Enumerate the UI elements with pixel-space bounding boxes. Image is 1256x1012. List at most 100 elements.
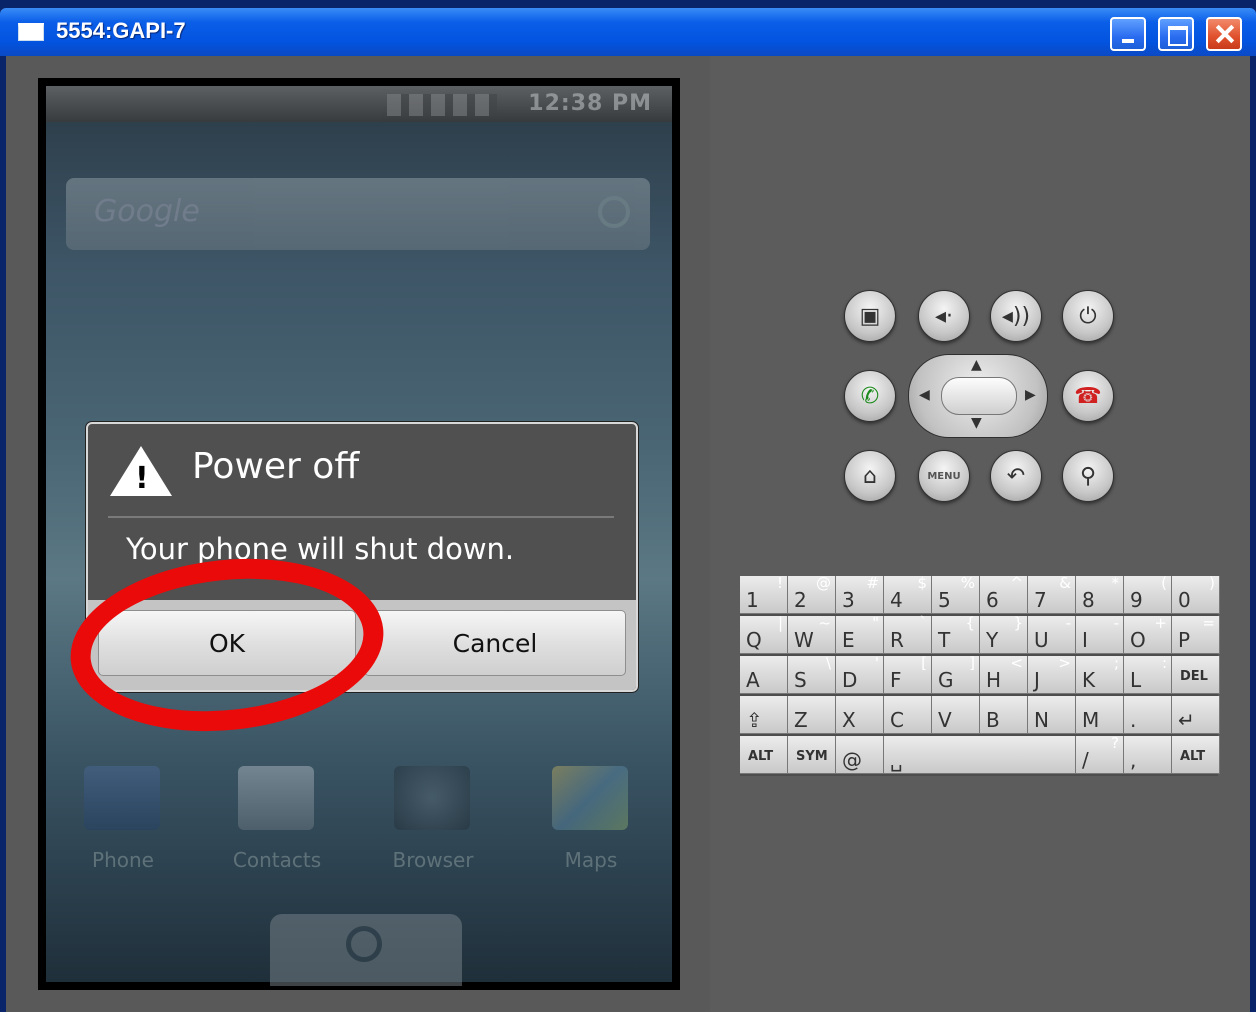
dock-label-browser: Browser	[392, 848, 474, 872]
key-alt-label: [	[921, 654, 927, 672]
key-s[interactable]: S \	[788, 654, 836, 694]
key-sym[interactable]: SYM	[788, 736, 836, 774]
key-y[interactable]: Y}	[980, 614, 1028, 654]
key-q[interactable]: Q |	[740, 614, 788, 654]
key-e[interactable]: E "	[836, 614, 884, 654]
key-b[interactable]: B	[980, 696, 1028, 734]
controls-panel	[710, 56, 1250, 1012]
cancel-button[interactable]: Cancel	[364, 610, 626, 676]
key-p[interactable]: P =	[1172, 614, 1220, 654]
key-,[interactable]: ,	[1124, 736, 1172, 774]
key-d[interactable]: D '	[836, 654, 884, 694]
contacts-app-icon[interactable]	[238, 766, 314, 830]
dpad-up-icon[interactable]: ▲	[971, 357, 982, 373]
phone-app-icon[interactable]	[84, 766, 160, 830]
key-label: D	[842, 668, 858, 692]
key-5[interactable]: 5%	[932, 574, 980, 614]
google-search-widget[interactable]: Google	[66, 178, 650, 250]
key-.[interactable]: .	[1124, 696, 1172, 734]
app-drawer-handle[interactable]	[270, 914, 462, 986]
search-icon[interactable]: ⚲	[1062, 450, 1114, 502]
minimize-button[interactable]	[1110, 17, 1146, 51]
key-n[interactable]: N	[1028, 696, 1076, 734]
key-↵[interactable]: ↵	[1172, 696, 1220, 734]
key-8[interactable]: 8 *	[1076, 574, 1124, 614]
maps-app-icon[interactable]	[552, 766, 628, 830]
key-g[interactable]: G]	[932, 654, 980, 694]
key-i[interactable]: I-	[1076, 614, 1124, 654]
key-3[interactable]: 3 #	[836, 574, 884, 614]
key-l[interactable]: L:	[1124, 654, 1172, 694]
end-call-icon[interactable]: ☎	[1062, 370, 1114, 422]
window-title: 5554:GAPI-7	[56, 18, 186, 43]
key-/[interactable]: /?	[1076, 734, 1124, 774]
key-alt-label: ;	[1113, 654, 1119, 672]
key-del[interactable]: DEL	[1172, 656, 1220, 694]
key-h[interactable]: H <	[980, 654, 1028, 694]
browser-app-icon[interactable]	[394, 766, 470, 830]
volume-down-icon[interactable]: ◂·	[918, 290, 970, 342]
key-1[interactable]: 1!	[740, 574, 788, 614]
back-icon[interactable]: ↶	[990, 450, 1042, 502]
key-j[interactable]: J >	[1028, 654, 1076, 694]
key-alt-label: #	[866, 574, 879, 592]
dpad[interactable]: ▲ ▼ ◀ ▶	[908, 354, 1048, 438]
key-label: G	[938, 668, 954, 692]
close-button[interactable]	[1206, 17, 1242, 51]
power-icon[interactable]: ⏻	[1062, 290, 1114, 342]
key-9[interactable]: 9(	[1124, 574, 1172, 614]
key-z[interactable]: Z	[788, 696, 836, 734]
key-alt[interactable]: ALT	[740, 736, 788, 774]
camera-icon[interactable]: ▣	[844, 290, 896, 342]
key-space[interactable]: ␣	[884, 736, 1076, 774]
key-a[interactable]: A	[740, 656, 788, 694]
key-label: X	[842, 708, 856, 732]
dpad-right-icon[interactable]: ▶	[1025, 387, 1036, 403]
key-label: @	[842, 748, 862, 772]
key-f[interactable]: F[	[884, 654, 932, 694]
volume-up-icon[interactable]: ◂))	[990, 290, 1042, 342]
dock-label-maps: Maps	[564, 848, 618, 872]
key-label: L	[1130, 668, 1142, 692]
dpad-center-button[interactable]	[941, 377, 1017, 415]
key-alt-label: =	[1202, 614, 1215, 632]
key-2[interactable]: 2 @	[788, 574, 836, 614]
title-bar[interactable]: 5554:GAPI-7	[0, 8, 1256, 56]
status-time: 12:38 PM	[528, 91, 652, 116]
key-label: 2	[794, 588, 807, 612]
dock-label-phone: Phone	[92, 848, 154, 872]
key-o[interactable]: O +	[1124, 614, 1172, 654]
dpad-down-icon[interactable]: ▼	[971, 415, 982, 431]
key-label: C	[890, 708, 904, 732]
key-k[interactable]: K;	[1076, 654, 1124, 694]
key-alt-label: :	[1161, 654, 1167, 672]
dialog-divider	[108, 516, 614, 518]
key-@[interactable]: @	[836, 736, 884, 774]
key-alt[interactable]: ALT	[1172, 736, 1220, 774]
key-alt-label: "	[872, 614, 879, 632]
key-label: J	[1034, 668, 1040, 692]
home-icon[interactable]: ⌂	[844, 450, 896, 502]
key-u[interactable]: U-	[1028, 614, 1076, 654]
key-t[interactable]: T{	[932, 614, 980, 654]
key-r[interactable]: R `	[884, 614, 932, 654]
key-6[interactable]: 6 ^	[980, 574, 1028, 614]
key-v[interactable]: V	[932, 696, 980, 734]
key-x[interactable]: X	[836, 696, 884, 734]
menu-button[interactable]: MENU	[918, 450, 970, 502]
status-bar: 12:38 PM	[46, 86, 672, 122]
key-label: 5	[938, 588, 951, 612]
key-⇪[interactable]: ⇪	[740, 696, 788, 734]
key-c[interactable]: C	[884, 696, 932, 734]
key-w[interactable]: W ~	[788, 614, 836, 654]
key-m[interactable]: M	[1076, 696, 1124, 734]
maximize-button[interactable]	[1158, 17, 1194, 51]
key-label: DEL	[1180, 669, 1208, 684]
call-icon[interactable]: ✆	[844, 370, 896, 422]
key-label: Y	[986, 628, 999, 652]
key-4[interactable]: 4 $	[884, 574, 932, 614]
dpad-left-icon[interactable]: ◀	[919, 387, 930, 403]
key-label: ↵	[1178, 708, 1195, 732]
key-0[interactable]: 0)	[1172, 574, 1220, 614]
key-7[interactable]: 7 &	[1028, 574, 1076, 614]
